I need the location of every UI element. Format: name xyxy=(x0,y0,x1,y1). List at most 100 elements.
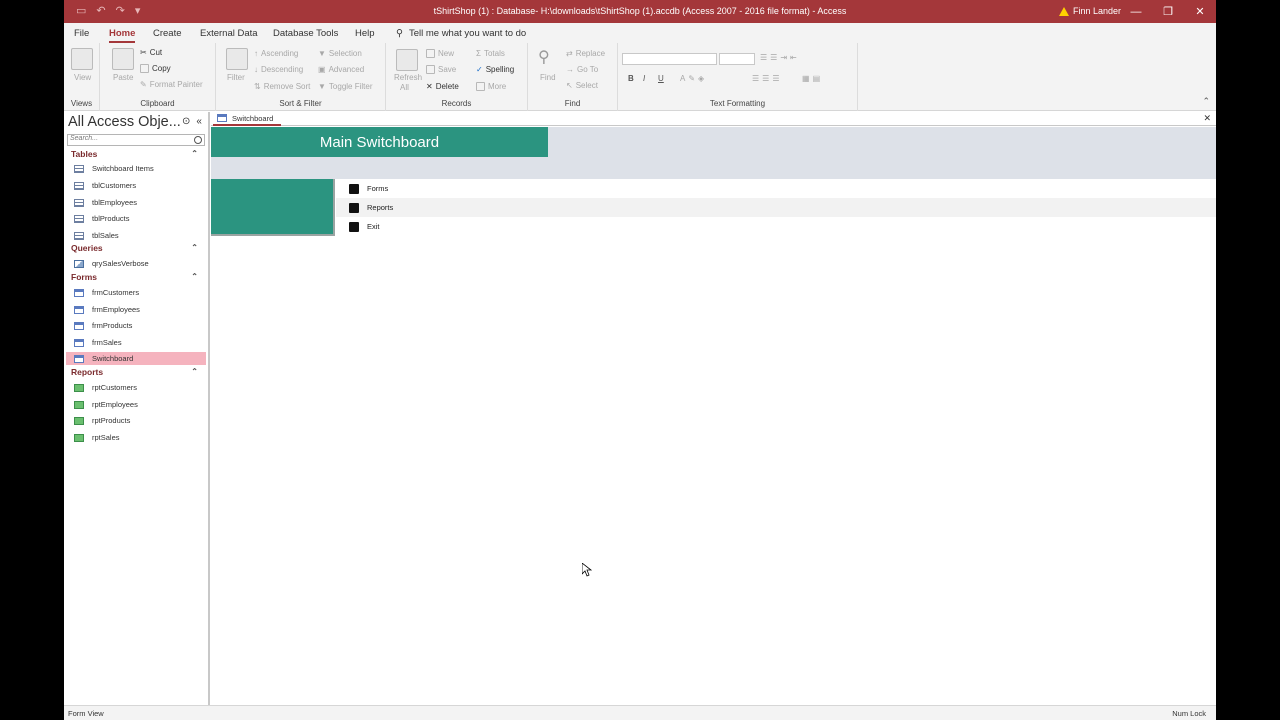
copy-button[interactable]: Copy xyxy=(140,64,171,73)
tab-switchboard[interactable]: Switchboard xyxy=(213,112,282,126)
indent-icon[interactable]: ⇥ xyxy=(780,53,787,62)
restore-button[interactable]: ❐ xyxy=(1152,0,1184,23)
magnifier-icon[interactable]: ⚲ xyxy=(538,47,550,67)
fill-icon[interactable]: ◈ xyxy=(698,74,704,83)
nav-item-tblemployees[interactable]: tblEmployees xyxy=(66,196,206,209)
refresh-icon[interactable] xyxy=(396,49,418,71)
font-family-field[interactable] xyxy=(622,53,717,65)
nav-item-tblproducts[interactable]: tblProducts xyxy=(66,212,206,225)
selection-button[interactable]: ▼ Selection xyxy=(318,49,362,58)
ascending-button[interactable]: ↑ Ascending xyxy=(254,49,298,58)
toggle-filter-button[interactable]: ▼ Toggle Filter xyxy=(318,82,373,91)
outdent-icon[interactable]: ⇤ xyxy=(790,53,797,62)
switchboard-option-exit[interactable]: Exit xyxy=(336,217,1216,236)
cut-button[interactable]: ✂ Cut xyxy=(140,48,162,57)
nav-section-tables[interactable]: Tables ⌃ xyxy=(64,149,208,162)
tab-help[interactable]: Help xyxy=(355,28,375,39)
minimize-button[interactable]: — xyxy=(1120,0,1152,23)
option-label[interactable]: Reports xyxy=(367,203,393,212)
chevron-up-icon[interactable]: ⌃ xyxy=(191,149,198,158)
option-label[interactable]: Exit xyxy=(367,222,380,231)
font-size-dropdown[interactable] xyxy=(719,53,755,65)
bold-button[interactable]: B xyxy=(628,74,634,83)
nav-item-frmcustomers[interactable]: frmCustomers xyxy=(66,286,206,299)
tab-file[interactable]: File xyxy=(74,28,89,39)
nav-item-qrysalesverbose[interactable]: qrySalesVerbose xyxy=(66,257,206,270)
filter-button[interactable]: Filter xyxy=(227,73,245,82)
chevron-up-icon[interactable]: ⌃ xyxy=(191,367,198,376)
find-button[interactable]: Find xyxy=(540,73,556,82)
more-button[interactable]: More xyxy=(476,82,506,91)
option-button[interactable] xyxy=(349,221,359,232)
paste-button[interactable]: Paste xyxy=(113,73,133,82)
tab-external-data[interactable]: External Data xyxy=(200,28,258,39)
format-painter-button[interactable]: ✎ Format Painter xyxy=(140,80,203,89)
select-button[interactable]: ↖ Select xyxy=(566,81,598,90)
paste-icon[interactable] xyxy=(112,48,134,70)
save-record-button[interactable]: Save xyxy=(426,65,456,74)
font-color-icon[interactable]: A xyxy=(680,74,685,83)
align-right-icon[interactable]: ☰ xyxy=(772,74,779,83)
advanced-button[interactable]: ▣ Advanced xyxy=(318,65,364,74)
alternate-row-icon[interactable]: ▤ xyxy=(813,74,821,83)
tab-database-tools[interactable]: Database Tools xyxy=(273,28,338,39)
nav-item-rptsales[interactable]: rptSales xyxy=(66,431,206,444)
nav-menu-icon[interactable]: ⊙ xyxy=(182,116,190,127)
highlight-icon[interactable]: ✎ xyxy=(688,74,695,83)
align-buttons[interactable]: ☰ ☰ ☰ xyxy=(752,74,780,83)
option-button[interactable] xyxy=(349,183,359,194)
color-buttons[interactable]: A ✎ ◈ xyxy=(680,74,704,83)
nav-pane-header[interactable]: All Access Obje... xyxy=(68,114,181,130)
align-center-icon[interactable]: ☰ xyxy=(762,74,769,83)
nav-item-rptproducts[interactable]: rptProducts xyxy=(66,414,206,427)
nav-item-switchboard-items[interactable]: Switchboard Items xyxy=(66,162,206,175)
filter-icon[interactable] xyxy=(226,48,248,70)
collapse-pane-icon[interactable]: « xyxy=(196,116,202,127)
chevron-up-icon[interactable]: ⌃ xyxy=(191,243,198,252)
tab-create[interactable]: Create xyxy=(153,28,182,39)
nav-item-tblcustomers[interactable]: tblCustomers xyxy=(66,179,206,192)
bullets-icon[interactable]: ☰ xyxy=(760,53,767,62)
replace-button[interactable]: ⇄ Replace xyxy=(566,49,605,58)
descending-button[interactable]: ↓ Descending xyxy=(254,65,303,74)
refresh-button[interactable]: Refresh xyxy=(394,73,422,82)
close-document-icon[interactable]: ✕ xyxy=(1203,113,1211,124)
tell-me-box[interactable]: ⚲ Tell me what you want to do xyxy=(396,28,526,39)
nav-section-reports[interactable]: Reports ⌃ xyxy=(64,367,208,380)
nav-item-rptemployees[interactable]: rptEmployees xyxy=(66,398,206,411)
view-button[interactable]: View xyxy=(74,73,91,82)
nav-item-frmsales[interactable]: frmSales xyxy=(66,336,206,349)
switchboard-option-forms[interactable]: Forms xyxy=(336,179,1216,198)
chevron-up-icon[interactable]: ⌃ xyxy=(191,272,198,281)
italic-button[interactable]: I xyxy=(643,74,645,83)
close-button[interactable]: ✕ xyxy=(1184,0,1216,23)
user-account[interactable]: Finn Lander xyxy=(1059,6,1121,16)
numbering-icon[interactable]: ☰ xyxy=(770,53,777,62)
align-left-icon[interactable]: ☰ xyxy=(752,74,759,83)
nav-item-tblsales[interactable]: tblSales xyxy=(66,229,206,242)
nav-item-rptcustomers[interactable]: rptCustomers xyxy=(66,381,206,394)
delete-record-button[interactable]: ✕ Delete xyxy=(426,82,459,91)
nav-item-frmemployees[interactable]: frmEmployees xyxy=(66,303,206,316)
search-icon[interactable] xyxy=(194,136,202,144)
totals-button[interactable]: Σ Totals xyxy=(476,49,505,58)
option-button[interactable] xyxy=(349,202,359,213)
view-icon[interactable] xyxy=(71,48,93,70)
font-size-field[interactable] xyxy=(719,53,755,65)
gridlines-icon[interactable]: ▦ xyxy=(802,74,810,83)
option-label[interactable]: Forms xyxy=(367,184,388,193)
nav-search-input[interactable]: Search... xyxy=(67,134,205,146)
nav-section-queries[interactable]: Queries ⌃ xyxy=(64,243,208,256)
tab-home[interactable]: Home xyxy=(109,28,136,43)
nav-item-frmproducts[interactable]: frmProducts xyxy=(66,319,206,332)
goto-button[interactable]: → Go To xyxy=(566,65,598,74)
underline-button[interactable]: U xyxy=(658,74,664,83)
nav-item-switchboard[interactable]: Switchboard xyxy=(66,352,206,365)
remove-sort-button[interactable]: ⇅ Remove Sort xyxy=(254,82,310,91)
switchboard-option-reports[interactable]: Reports xyxy=(336,198,1216,217)
new-record-button[interactable]: New xyxy=(426,49,454,58)
refresh-all-label[interactable]: All xyxy=(400,83,409,92)
spelling-button[interactable]: ✓ Spelling xyxy=(476,65,514,74)
collapse-ribbon-icon[interactable]: ⌃ xyxy=(1202,96,1210,107)
font-family-dropdown[interactable] xyxy=(622,53,717,65)
